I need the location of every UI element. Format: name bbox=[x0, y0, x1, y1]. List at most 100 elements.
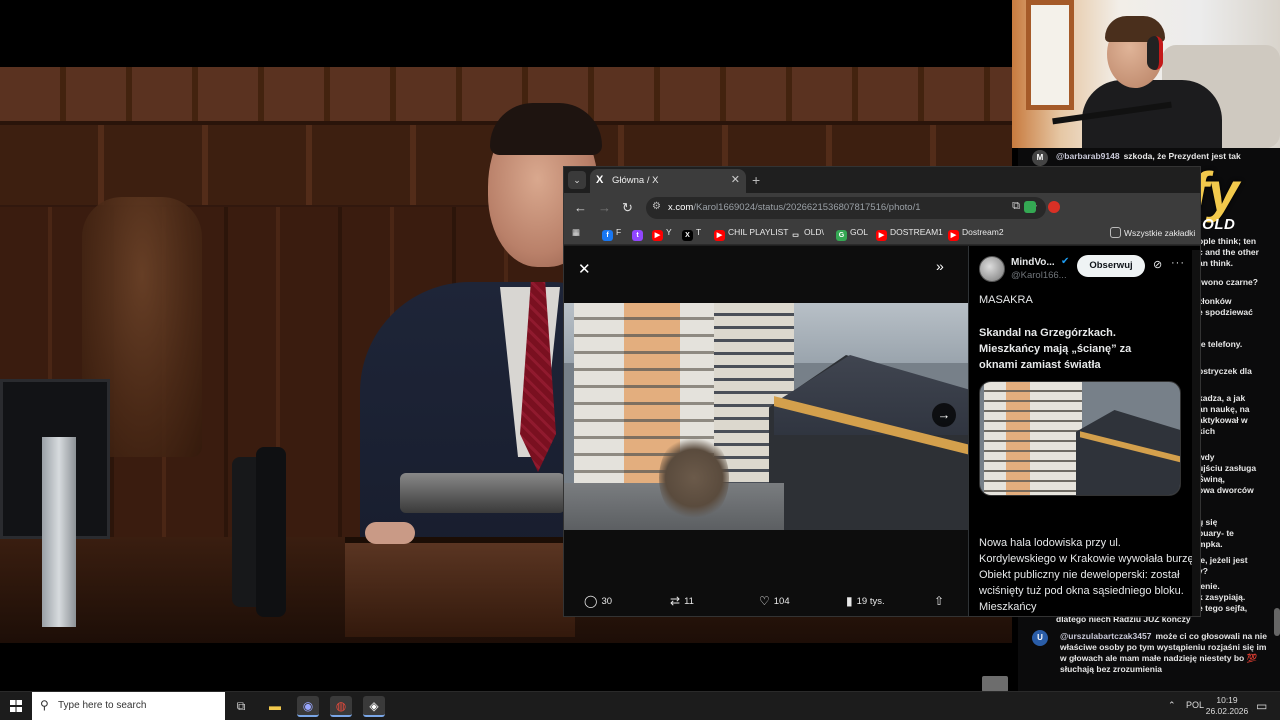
tab-active[interactable]: X Główna / X ✕ bbox=[590, 169, 746, 193]
start-button[interactable] bbox=[0, 692, 32, 720]
app-icon[interactable]: ◈ bbox=[363, 696, 385, 717]
taskbar-search[interactable]: ⚲ Type here to search bbox=[32, 692, 225, 720]
install-icon[interactable]: ⧉ bbox=[1012, 200, 1020, 213]
grok-icon[interactable]: ⊘ bbox=[1153, 258, 1162, 271]
chat-username: @urszulabartczak3457 bbox=[1060, 631, 1152, 641]
bookmark-icon: f bbox=[602, 230, 613, 241]
bookmark-icon: ▶ bbox=[652, 230, 663, 241]
chat-text: y? bbox=[1198, 566, 1208, 576]
taskbar: ⚲ Type here to search ⧉ ▬ ◉ ◍ ◈ ⌃ POL 10… bbox=[0, 691, 1280, 720]
close-icon[interactable]: ✕ bbox=[578, 260, 591, 278]
chat-text: pstryczek dla bbox=[1198, 366, 1252, 376]
bookmark-item[interactable]: XT bbox=[682, 227, 701, 241]
media-viewer: ✕ » → ◯ 30 ⇄ 11 ♡ 104 ▮ 19 tys. ⇧ bbox=[564, 246, 968, 616]
bookmark-item[interactable]: ▶ DOSTREAM1 bbox=[876, 227, 943, 241]
chat-text: ie, jeżeli jest bbox=[1198, 555, 1248, 565]
screen: M @barbarab9148 szkoda, że Prezydent jest… bbox=[0, 0, 1280, 720]
bookmark-item[interactable]: ▭ OLD\ bbox=[790, 227, 824, 241]
chrome-icon[interactable]: ◍ bbox=[330, 696, 352, 717]
bookmark-icon: X bbox=[682, 230, 693, 241]
follow-button[interactable]: Obserwuj bbox=[1077, 255, 1145, 277]
post-actions: ◯ 30 ⇄ 11 ♡ 104 ▮ 19 tys. ⇧ bbox=[564, 590, 968, 614]
view-count: 19 tys. bbox=[856, 596, 885, 607]
bookmark-item[interactable]: t bbox=[632, 227, 646, 241]
chat-text: aktykował w bbox=[1198, 415, 1248, 425]
image-facade bbox=[1006, 382, 1030, 495]
task-view-icon[interactable]: ⧉ bbox=[230, 696, 252, 717]
chat-text: c and the other bbox=[1198, 247, 1259, 257]
chat-text: te telefony. bbox=[1198, 339, 1243, 349]
language-indicator[interactable]: POL bbox=[1186, 700, 1204, 710]
chat-text: k zasypiają. bbox=[1198, 592, 1246, 602]
chat-text: an think. bbox=[1198, 258, 1233, 268]
repost-icon: ⇄ bbox=[670, 594, 681, 608]
extension-icon[interactable] bbox=[1048, 201, 1060, 213]
address-bar[interactable]: ⚙ x.com/Karol1669024/status/202662153680… bbox=[646, 197, 1046, 219]
bookmark-item[interactable]: G GOL bbox=[836, 227, 868, 241]
share-button[interactable]: ⇧ bbox=[934, 594, 948, 608]
expand-icon[interactable]: » bbox=[936, 258, 944, 274]
windows-icon bbox=[10, 700, 22, 712]
site-info-icon[interactable]: ⚙ bbox=[652, 201, 661, 212]
post-image[interactable] bbox=[979, 381, 1181, 496]
tab-search-icon[interactable]: ⌄ bbox=[568, 171, 586, 189]
new-tab-icon[interactable]: + bbox=[752, 172, 760, 188]
like-count: 104 bbox=[773, 596, 790, 607]
reply-button[interactable]: ◯ 30 bbox=[584, 594, 612, 608]
notification-icon[interactable]: ▭ bbox=[1256, 699, 1267, 713]
clock[interactable]: 10:19 26.02.2026 bbox=[1205, 695, 1249, 717]
share-icon: ⇧ bbox=[934, 594, 945, 608]
headset-icon bbox=[1147, 36, 1163, 70]
chat-text: kadza, a jak bbox=[1198, 393, 1246, 403]
author-name[interactable]: MindVo... bbox=[1011, 257, 1055, 268]
avatar[interactable] bbox=[979, 256, 1005, 282]
bookmark-label: Dostream2 bbox=[962, 227, 1004, 237]
views-button[interactable]: ▮ 19 tys. bbox=[846, 594, 885, 608]
search-icon: ⚲ bbox=[40, 698, 49, 712]
obs-icon[interactable]: ◉ bbox=[297, 696, 319, 717]
x-logo-icon: X bbox=[596, 174, 604, 186]
apps-icon[interactable]: ▦ bbox=[572, 227, 580, 238]
tray-expand-icon[interactable]: ⌃ bbox=[1168, 700, 1176, 711]
chat-text: rwono czarne? bbox=[1198, 277, 1258, 287]
reload-icon[interactable]: ↻ bbox=[622, 200, 633, 216]
bookmark-item[interactable]: fF bbox=[602, 227, 621, 241]
bookmark-label: T bbox=[696, 227, 702, 237]
clock-date: 26.02.2026 bbox=[1205, 706, 1249, 716]
scrollbar-track[interactable] bbox=[1192, 250, 1200, 616]
like-button[interactable]: ♡ 104 bbox=[759, 594, 790, 608]
file-explorer-icon[interactable]: ▬ bbox=[264, 696, 286, 717]
podium-lamp bbox=[400, 473, 565, 513]
author-handle[interactable]: @Karol166... bbox=[1011, 270, 1067, 281]
chat-text: buary- te bbox=[1198, 528, 1234, 538]
tab-close-icon[interactable]: ✕ bbox=[731, 173, 740, 186]
all-bookmarks[interactable]: Wszystkie zakładki bbox=[1110, 227, 1195, 238]
bookmark-item[interactable]: ▶ CHIL PLAYLIST bbox=[714, 227, 788, 241]
back-icon[interactable]: ← bbox=[574, 200, 587, 216]
bookmark-item[interactable]: ▶ Dostream2 bbox=[948, 227, 1004, 241]
bookmark-label: F bbox=[616, 227, 622, 237]
chat-scrollbar[interactable] bbox=[1274, 608, 1280, 636]
repost-button[interactable]: ⇄ 11 bbox=[670, 594, 694, 608]
more-icon[interactable]: ··· bbox=[1171, 257, 1185, 269]
chat-text: Świną, bbox=[1198, 474, 1225, 484]
chat-text: kich bbox=[1198, 426, 1216, 436]
overlay-icon bbox=[982, 676, 1008, 692]
verified-icon: ✔ bbox=[1061, 256, 1070, 267]
chat-text: mpka. bbox=[1198, 539, 1223, 549]
post-photo[interactable]: → bbox=[564, 303, 968, 530]
tab-title: Główna / X bbox=[612, 175, 659, 186]
extension-icon[interactable] bbox=[1024, 201, 1036, 213]
bookmark-label: CHIL PLAYLIST bbox=[728, 227, 789, 237]
bookmark-icon: ▶ bbox=[876, 230, 887, 241]
post-body: Nowa hala lodowiska przy ul. Kordylewski… bbox=[979, 537, 1197, 613]
next-photo-icon[interactable]: → bbox=[932, 403, 956, 427]
speaker-hand bbox=[365, 522, 415, 544]
chat-message: @urszulabartczak3457 może ci co głosowali… bbox=[1060, 631, 1270, 675]
chat-avatar: U bbox=[1032, 630, 1048, 646]
forward-icon[interactable]: → bbox=[598, 200, 611, 216]
monitor-stand bbox=[42, 437, 76, 627]
bookmark-item[interactable]: ▶ Y bbox=[652, 227, 672, 241]
post-sidebar: MindVo... ✔ @Karol166... Obserwuj ⊘ ··· … bbox=[968, 246, 1200, 616]
clock-time: 10:19 bbox=[1216, 695, 1238, 705]
